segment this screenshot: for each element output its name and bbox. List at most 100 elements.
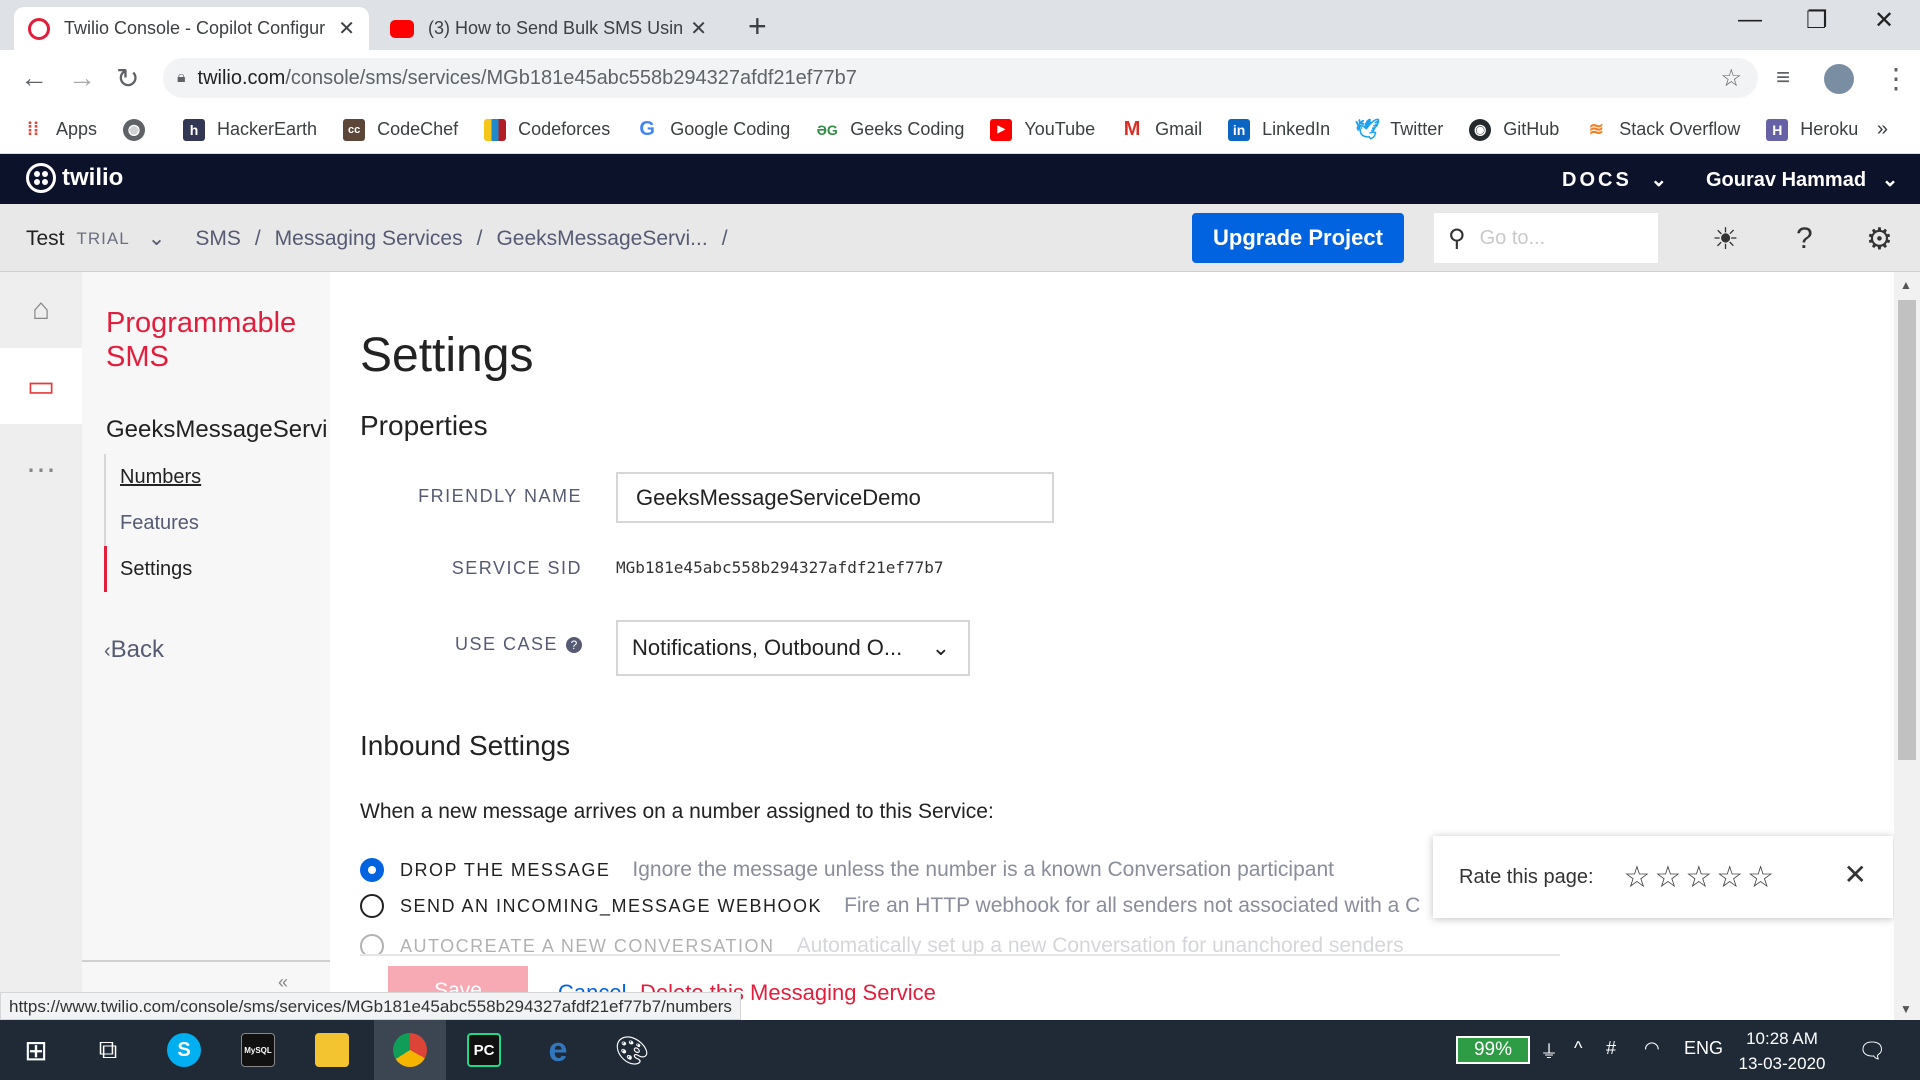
bookmark-github[interactable]: ◉ GitHub	[1469, 118, 1559, 141]
scrollbar-thumb[interactable]	[1898, 300, 1916, 760]
bookmark-twitter[interactable]: 🕊︎ Twitter	[1354, 119, 1444, 141]
show-hidden-icons[interactable]: ^	[1574, 1038, 1582, 1059]
battery-indicator[interactable]: 99%	[1456, 1036, 1530, 1064]
collapse-sidebar-icon[interactable]: «	[278, 972, 288, 993]
bookmarks-overflow-icon[interactable]: »	[1877, 118, 1888, 141]
option-send-webhook[interactable]: SEND AN INCOMING_MESSAGE WEBHOOK Fire an…	[360, 894, 1420, 918]
bookmark-heroku[interactable]: H Heroku	[1766, 118, 1858, 141]
windows-start-icon[interactable]: ⊞	[0, 1020, 72, 1080]
gear-icon[interactable]: ⚙︎	[1866, 222, 1893, 257]
sidebar-item-numbers[interactable]: Numbers	[106, 454, 304, 500]
bookmark-codechef[interactable]: cc CodeChef	[343, 118, 458, 141]
crumb-service[interactable]: GeeksMessageServi...	[496, 227, 707, 251]
project-name[interactable]: Test	[26, 227, 65, 251]
bookmark-globe[interactable]: ◍	[123, 118, 157, 141]
minimize-button[interactable]: —	[1738, 6, 1762, 34]
linkedin-icon: in	[1228, 118, 1251, 141]
close-window-button[interactable]: ✕	[1874, 6, 1894, 35]
close-icon[interactable]: ✕	[1844, 858, 1867, 891]
debugger-bug-icon[interactable]: ☀︎	[1712, 222, 1739, 257]
twilio-logo[interactable]: twilio	[26, 163, 123, 193]
wifi-icon[interactable]: ◠	[1644, 1038, 1660, 1059]
upgrade-project-button[interactable]: Upgrade Project	[1192, 213, 1404, 263]
twilio-wordmark: twilio	[62, 164, 124, 191]
user-menu[interactable]: Gourav Hammad ⌄	[1706, 167, 1898, 192]
edge-icon[interactable]: e	[522, 1020, 594, 1080]
radio-drop-message[interactable]	[360, 858, 384, 882]
notifications-icon[interactable]: 🗨︎	[1858, 1038, 1886, 1064]
forward-arrow-icon[interactable]: →	[68, 62, 96, 94]
file-explorer-icon[interactable]	[296, 1020, 368, 1080]
bookmark-stackoverflow[interactable]: ≋ Stack Overflow	[1585, 119, 1741, 141]
product-title[interactable]: Programmable SMS	[106, 306, 316, 374]
mysql-workbench-icon[interactable]: MySQL	[222, 1020, 294, 1080]
radio-send-webhook[interactable]	[360, 894, 384, 918]
tab-youtube[interactable]: (3) How to Send Bulk SMS Using ✕	[376, 7, 721, 50]
skype-icon[interactable]: S	[148, 1020, 220, 1080]
media-queue-icon[interactable]: ≡	[1776, 64, 1790, 92]
bookmark-codeforces[interactable]: Codeforces	[484, 118, 610, 141]
bookmark-gmail[interactable]: M Gmail	[1121, 118, 1202, 141]
go-to-search[interactable]: ⚲ Go to...	[1434, 213, 1658, 263]
profile-avatar[interactable]	[1824, 64, 1854, 94]
pycharm-icon[interactable]: PC	[448, 1020, 520, 1080]
windows-taskbar: ⊞ ⧉ S MySQL PC e 🎨︎ 99% ⏚ ^ # ◠ ENG 10:2…	[0, 1020, 1920, 1080]
side-nav: Programmable SMS GeeksMessageServi Numbe…	[82, 272, 330, 1010]
chrome-icon[interactable]	[374, 1020, 446, 1080]
system-clock[interactable]: 10:28 AM 13-03-2020	[1712, 1026, 1852, 1076]
star-icon[interactable]: ☆	[1624, 860, 1651, 895]
bookmark-linkedin[interactable]: in LinkedIn	[1228, 118, 1330, 141]
task-view-icon[interactable]: ⧉	[72, 1020, 144, 1080]
chevron-down-icon: ⌄	[1881, 169, 1899, 191]
use-case-select[interactable]: Notifications, Outbound O... ⌄	[616, 620, 970, 676]
menu-kebab-icon[interactable]: ⋮	[1882, 62, 1910, 95]
twitter-icon: 🕊︎	[1354, 119, 1380, 141]
crumb-sms[interactable]: SMS	[195, 227, 241, 251]
back-arrow-icon[interactable]: ←	[20, 62, 48, 94]
star-icon[interactable]: ☆	[1654, 860, 1681, 895]
new-tab-button[interactable]: +	[748, 8, 767, 45]
question-circle-icon[interactable]: ?	[566, 637, 582, 653]
youtube-favicon-icon	[390, 19, 414, 38]
more-options-icon[interactable]: ⋯	[0, 432, 82, 508]
scroll-up-arrow-icon[interactable]: ▲	[1900, 278, 1912, 292]
friendly-name-input[interactable]: GeeksMessageServiceDemo	[616, 472, 1054, 523]
power-plug-icon[interactable]: ⏚	[1540, 1038, 1558, 1064]
product-rail: ⌂ ▭ ⋯	[0, 272, 82, 1020]
back-link[interactable]: ‹Back	[104, 636, 164, 664]
help-icon[interactable]: ?	[1796, 222, 1813, 256]
tab-close-icon[interactable]: ✕	[690, 16, 707, 41]
sidebar-item-features[interactable]: Features	[106, 500, 304, 546]
docs-menu[interactable]: DOCS ⌄	[1562, 167, 1670, 192]
bookmark-hackerearth[interactable]: h HackerEarth	[183, 118, 317, 141]
star-icon[interactable]: ☆	[1747, 860, 1774, 895]
star-icon[interactable]: ☆	[1716, 860, 1743, 895]
option-drop-message[interactable]: DROP THE MESSAGE Ignore the message unle…	[360, 858, 1334, 882]
paint-icon[interactable]: 🎨︎	[596, 1020, 668, 1080]
bookmark-geeks-coding[interactable]: ƏG Geeks Coding	[816, 119, 965, 141]
reload-icon[interactable]: ↻	[116, 62, 139, 95]
page-title: Settings	[360, 329, 534, 382]
project-chevron-icon[interactable]: ⌄	[148, 226, 166, 251]
crumb-messaging-services[interactable]: Messaging Services	[275, 227, 463, 251]
home-icon[interactable]: ⌂	[0, 272, 82, 348]
sidebar-item-settings[interactable]: Settings	[104, 546, 304, 592]
tab-twilio-console[interactable]: Twilio Console - Copilot Configur ✕	[14, 7, 369, 50]
bookmark-apps[interactable]: ⁞⁞ Apps	[22, 119, 97, 141]
hackerearth-icon: h	[183, 118, 206, 141]
restore-button[interactable]: ❐	[1806, 6, 1828, 35]
bookmark-google-coding[interactable]: G Google Coding	[636, 118, 790, 141]
address-bar[interactable]: 🔒︎ twilio.com/console/sms/services/MGb18…	[163, 58, 1758, 98]
stackoverflow-icon: ≋	[1588, 119, 1604, 139]
bookmark-youtube[interactable]: ▶ YouTube	[990, 118, 1095, 141]
page-scrollbar[interactable]: ▲ ▼	[1894, 272, 1920, 1020]
browser-toolbar: ← → ↻ 🔒︎ twilio.com/console/sms/services…	[0, 50, 1920, 106]
slack-tray-icon[interactable]: #	[1606, 1038, 1616, 1059]
bookmark-star-icon[interactable]: ☆	[1720, 64, 1742, 93]
tab-close-icon[interactable]: ✕	[338, 16, 355, 41]
url-path: /console/sms/services/MGb181e45abc558b29…	[285, 66, 857, 89]
sms-chat-icon[interactable]: ▭	[0, 348, 82, 424]
lock-icon: 🔒︎	[177, 69, 186, 86]
scroll-down-arrow-icon[interactable]: ▼	[1900, 1002, 1912, 1016]
star-icon[interactable]: ☆	[1685, 860, 1712, 895]
